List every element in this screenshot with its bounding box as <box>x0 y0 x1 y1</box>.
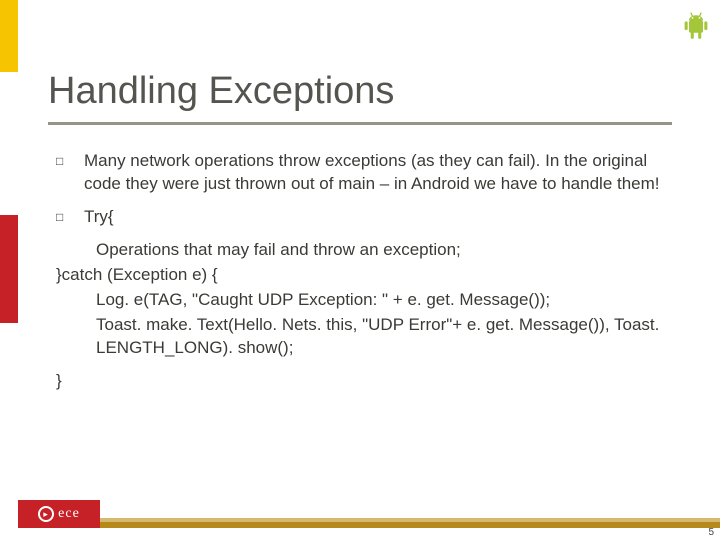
logo-disc-icon: ▸ <box>38 506 54 522</box>
bullet-text: Try{ <box>84 206 672 229</box>
bullet-item: □ Many network operations throw exceptio… <box>56 150 672 196</box>
slide: Handling Exceptions □ Many network opera… <box>0 0 720 540</box>
bullet-item: □ Try{ <box>56 206 672 229</box>
code-line-toast: Toast. make. Text(Hello. Nets. this, "UD… <box>96 314 672 360</box>
title-underline <box>48 122 672 125</box>
android-icon <box>682 10 710 42</box>
slide-title: Handling Exceptions <box>48 70 394 113</box>
bullet-marker-icon: □ <box>56 206 84 229</box>
slide-body: □ Many network operations throw exceptio… <box>56 150 672 394</box>
page-number: 5 <box>708 527 714 538</box>
code-line-log: Log. e(TAG, "Caught UDP Exception: " + e… <box>96 289 672 312</box>
accent-stripe-yellow <box>0 0 18 72</box>
accent-stripe-red <box>0 215 18 323</box>
footer-bar <box>100 522 720 528</box>
bullet-marker-icon: □ <box>56 150 84 196</box>
code-line-close: } <box>56 370 672 393</box>
footer-logo: ▸ ece <box>18 500 100 528</box>
logo-text: ece <box>58 506 80 522</box>
bullet-text: Many network operations throw exceptions… <box>84 150 672 196</box>
code-line-catch: }catch (Exception e) { <box>56 264 672 287</box>
code-line-ops: Operations that may fail and throw an ex… <box>96 239 672 262</box>
